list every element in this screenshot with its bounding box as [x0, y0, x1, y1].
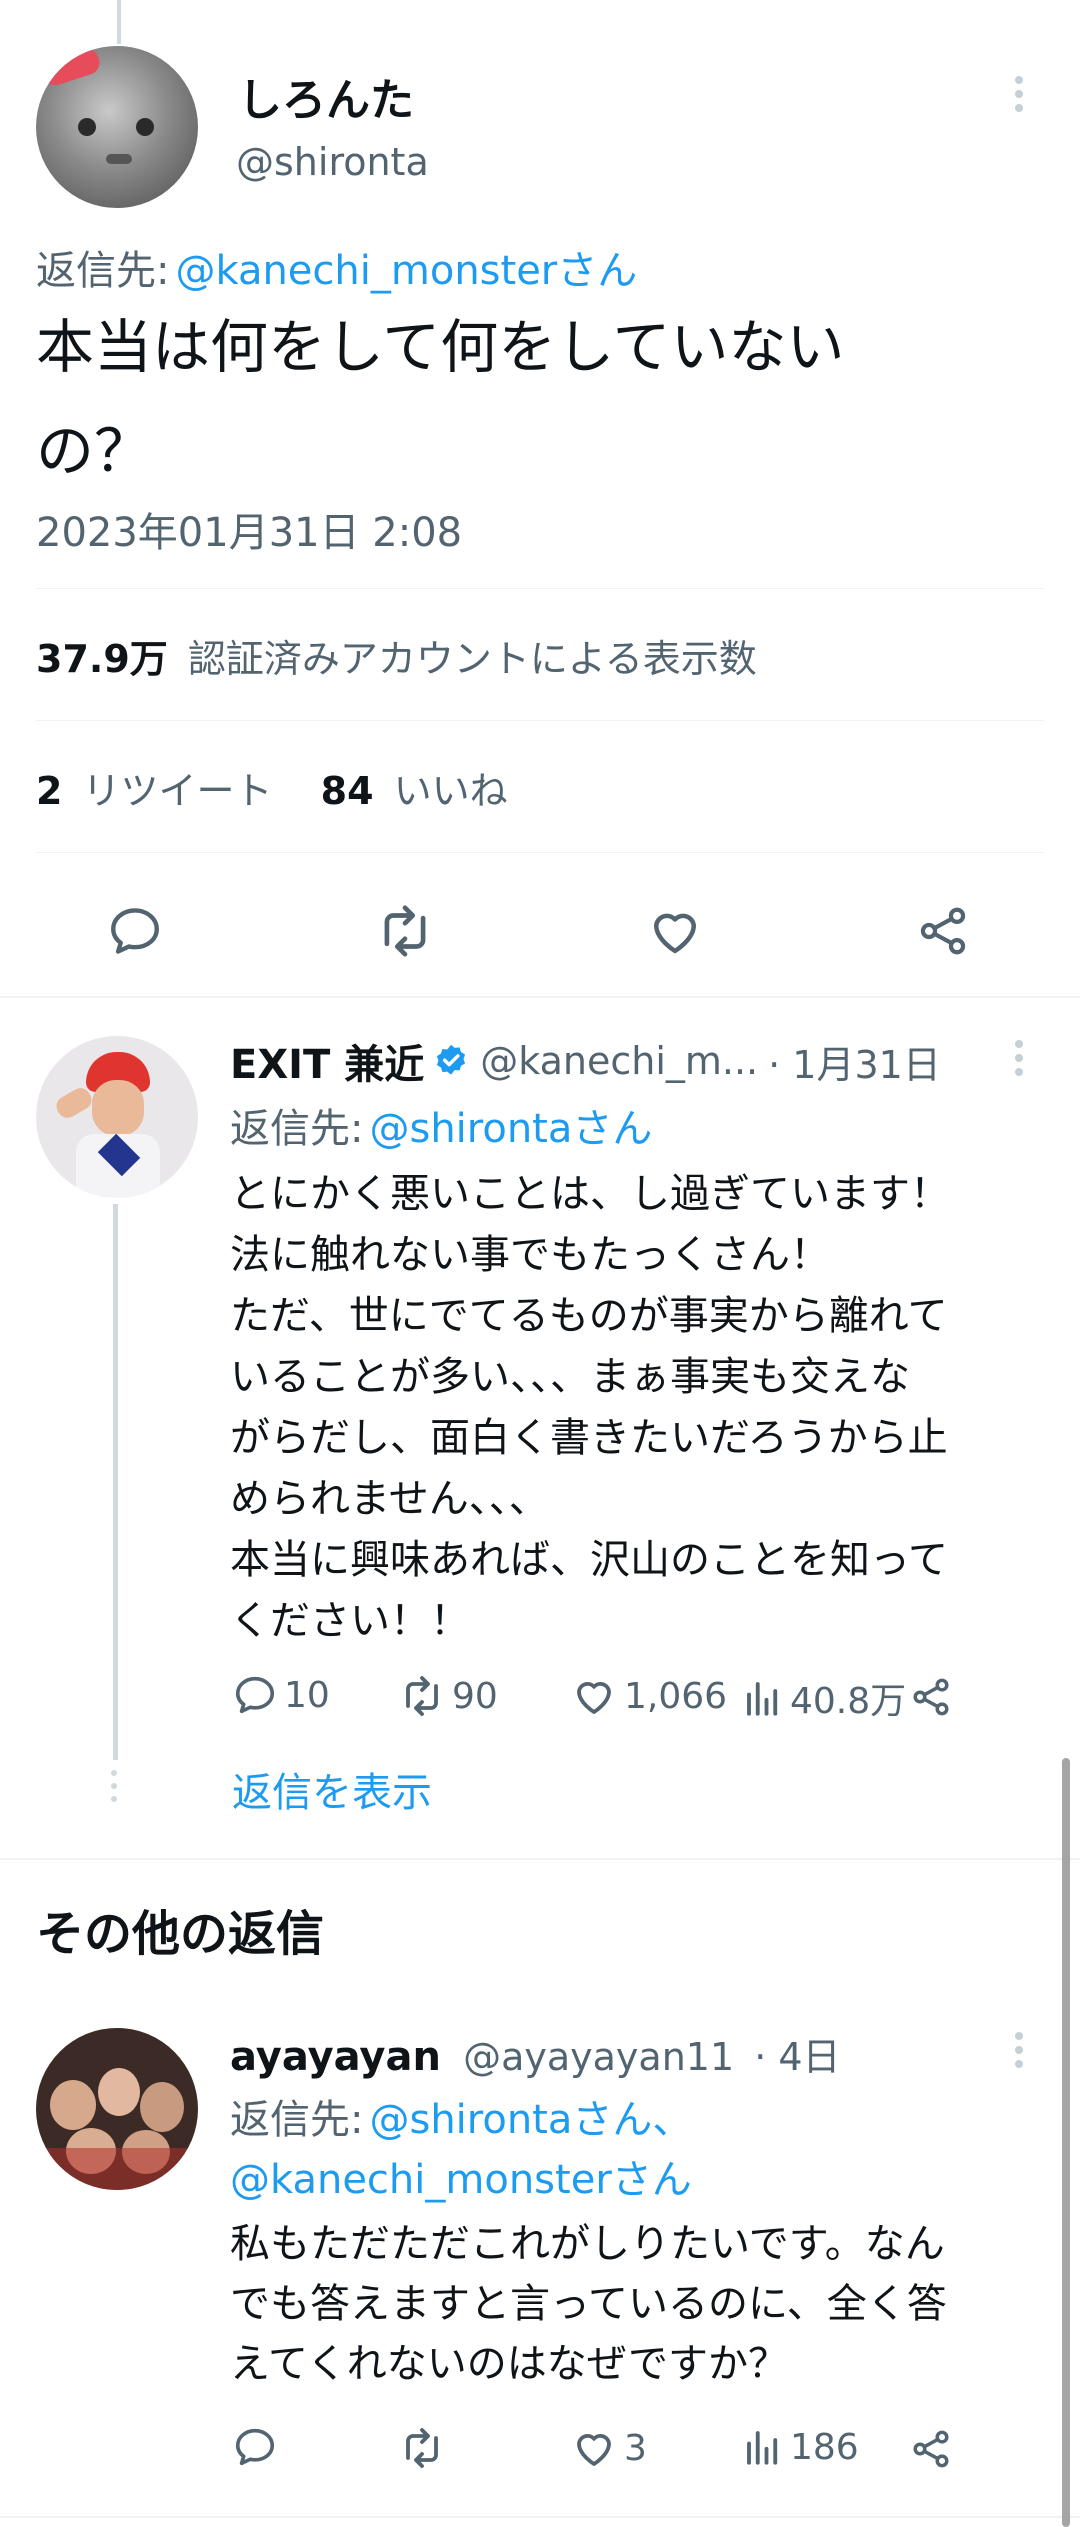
reply-count: 10 [284, 1674, 330, 1716]
heart-icon [577, 2434, 611, 2466]
reply-header: EXIT 兼近 @kanechi_m... · 1月31日 [230, 1032, 941, 1090]
retweets-stat[interactable]: 2 リツイート [36, 769, 285, 813]
divider [0, 2516, 1080, 2518]
reply-icon [111, 908, 159, 954]
heart-icon [654, 913, 696, 954]
heart-icon [577, 1682, 611, 1714]
avatar[interactable] [36, 2028, 198, 2190]
text-line: ください！！ [230, 1598, 470, 1644]
reply-button[interactable] [232, 2424, 284, 2470]
text-line: ただ、世にでてるものが事実から離れて [230, 1293, 948, 1339]
text-line: 私もただただこれがしりたいです。なん [230, 2221, 945, 2267]
share-icon [920, 907, 966, 955]
reply-context: 返信先: @kanechi_monsterさん [36, 238, 637, 296]
like-count: 1,066 [624, 1675, 728, 1717]
share-button[interactable] [906, 1672, 956, 1722]
views-label: 認証済みアカウントによる表示数 [187, 637, 757, 681]
views-stat[interactable]: 37.9万 認証済みアカウントによる表示数 [36, 628, 757, 683]
reply-button[interactable]: 10 [232, 1672, 330, 1718]
retweet-button[interactable]: 90 [398, 1672, 498, 1720]
retweet-icon [406, 1676, 438, 1716]
views-button[interactable]: 40.8万 [742, 1672, 906, 1724]
more-options-icon[interactable] [1013, 1040, 1025, 1082]
user-handle[interactable]: @ayayayan11 [463, 2035, 734, 2079]
divider [0, 1858, 1080, 1860]
share-icon [913, 2430, 949, 2468]
text-line: でも答えますと言っているのに、全く答 [230, 2281, 947, 2327]
analytics-icon [747, 2431, 778, 2465]
user-handle[interactable]: @kanechi_m... [480, 1039, 758, 1083]
reply-to-link[interactable]: @kanechi_monsterさん [230, 2150, 692, 2210]
reply-button[interactable] [100, 896, 170, 966]
scrollbar-thumb[interactable] [1062, 1758, 1070, 2527]
like-button[interactable]: 1,066 [570, 1672, 727, 1720]
reply-context: 返信先: @shirontaさん [230, 1096, 652, 1154]
reply-to-link[interactable]: @kanechi_monsterさん [175, 248, 637, 294]
reply-to-link[interactable]: @shirontaさん、 [369, 2097, 692, 2143]
user-handle[interactable]: @shironta [236, 140, 429, 184]
reply-prefix: 返信先: [36, 248, 170, 294]
text-line: められません、、、 [230, 1476, 549, 1522]
views-count: 37.9万 [36, 637, 168, 681]
text-line: えてくれないのはなぜですか？ [230, 2341, 788, 2387]
divider [36, 720, 1044, 721]
like-button[interactable] [640, 896, 710, 966]
retweet-button[interactable] [370, 896, 440, 966]
tweet-timestamp[interactable]: 2023年01月31日 2:08 [36, 500, 462, 558]
like-button[interactable]: 3 [570, 2424, 647, 2472]
reply-prefix: 返信先: [230, 1106, 364, 1152]
tweet-date[interactable]: · 1月31日 [768, 1034, 941, 1089]
reply-icon [235, 2428, 275, 2466]
more-options-icon[interactable] [1013, 76, 1025, 118]
reply-body: 私もただただこれがしりたいです。なん でも答えますと言っているのに、全く答 えて… [230, 2214, 947, 2394]
tweet-date[interactable]: · 4日 [754, 2035, 840, 2079]
tweet-text-line-1: 本当は何をして何をしていない [36, 313, 845, 381]
text-line: いることが多い、、、まぁ事実も交えな [230, 1354, 910, 1400]
views-button[interactable]: 186 [742, 2424, 859, 2470]
text-line: 法に触れない事でもたっくさん！ [230, 1232, 830, 1278]
reply-to-link[interactable]: @shirontaさん [369, 1106, 652, 1152]
tweet-text-line-2: の？ [36, 417, 153, 485]
likes-label: いいね [393, 769, 508, 813]
view-count: 40.8万 [790, 1681, 907, 1722]
view-count: 186 [790, 2426, 859, 2468]
reply-icon [235, 1676, 275, 1714]
reply-prefix: 返信先: [230, 2097, 364, 2143]
retweets-count: 2 [36, 769, 63, 813]
share-icon [913, 1678, 949, 1716]
display-name[interactable]: ayayayan [230, 2034, 441, 2080]
display-name[interactable]: EXIT 兼近 [230, 1032, 424, 1090]
more-options-icon[interactable] [1013, 2032, 1025, 2074]
retweet-icon [406, 2428, 438, 2468]
retweets-label: リツイート [82, 769, 273, 813]
retweet-count: 90 [452, 1675, 498, 1717]
reply-context: 返信先: @shirontaさん、 @kanechi_monsterさん [230, 2090, 692, 2210]
share-button[interactable] [908, 896, 978, 966]
retweet-button[interactable] [398, 2424, 452, 2472]
divider [0, 996, 1080, 998]
engagement-stats: 2 リツイート 84 いいね [36, 760, 508, 815]
likes-stat[interactable]: 84 いいね [321, 769, 508, 813]
likes-count: 84 [320, 769, 374, 813]
reply-header: ayayayan @ayayayan11 · 4日 [230, 2026, 841, 2081]
text-line: とにかく悪いことは、し過ぎています！ [230, 1171, 950, 1217]
divider [36, 588, 1044, 589]
analytics-icon [747, 1682, 778, 1716]
text-line: がらだし、面白く書きたいだろうから止 [230, 1415, 948, 1461]
like-count: 3 [624, 2427, 647, 2469]
avatar[interactable] [36, 1036, 198, 1198]
section-title: その他の返信 [36, 1906, 325, 1962]
share-button[interactable] [906, 2424, 956, 2474]
avatar[interactable] [36, 46, 198, 208]
divider [36, 852, 1044, 853]
display-name[interactable]: しろんた [238, 64, 414, 128]
reply-body: とにかく悪いことは、し過ぎています！ 法に触れない事でもたっくさん！ ただ、世に… [230, 1164, 950, 1652]
thread-line [113, 1204, 118, 1760]
retweet-icon [384, 905, 426, 957]
show-replies-link[interactable]: 返信を表示 [232, 1760, 432, 1818]
text-line: 本当に興味あれば、沢山のことを知って [230, 1537, 948, 1583]
thread-connector-top [117, 0, 121, 44]
verified-badge-icon [432, 1042, 470, 1080]
thread-dots [111, 1770, 117, 1802]
